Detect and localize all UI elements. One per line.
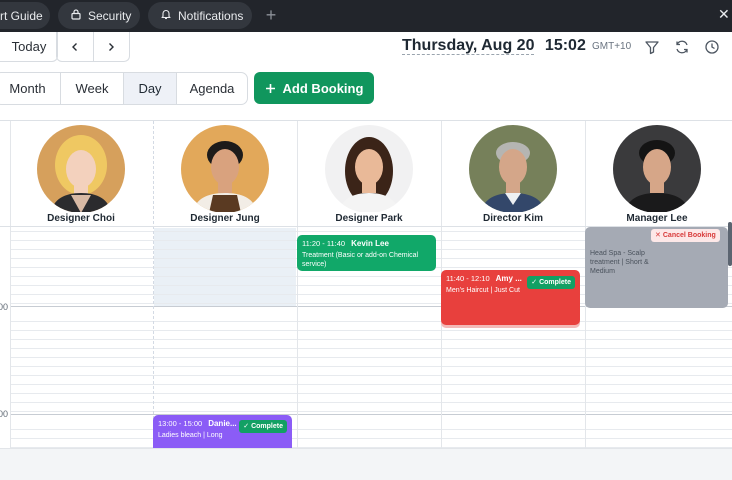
plus-icon: + [265, 5, 277, 25]
app-root: rt Guide Security Notifications + ✕ Toda… [0, 0, 732, 480]
check-icon: ✓ [243, 423, 250, 430]
tab-security-label: Security [88, 8, 132, 23]
prev-day-button[interactable] [57, 32, 93, 61]
current-datetime[interactable]: Thursday, Aug 20 15:02 [402, 37, 586, 55]
staff-column-header[interactable]: Designer Park [297, 125, 441, 225]
slot-line [10, 375, 732, 376]
view-week-button[interactable]: Week [60, 73, 123, 104]
slot-line [10, 411, 732, 412]
status-badge: ✓ Complete [239, 420, 287, 433]
slot-line [10, 429, 732, 430]
slot-line [10, 366, 732, 367]
next-day-button[interactable] [92, 32, 130, 61]
refresh-icon[interactable] [674, 39, 690, 55]
status-badge: ✓ Complete [527, 276, 575, 289]
tab-guide[interactable]: rt Guide [0, 2, 50, 29]
avatar [325, 125, 413, 213]
scrollbar[interactable] [728, 222, 732, 266]
staff-name: Director Kim [475, 212, 550, 225]
view-agenda-button[interactable]: Agenda [176, 73, 247, 104]
staff-column-header[interactable]: Designer Choi [9, 125, 153, 225]
avatar [181, 125, 269, 213]
chevron-left-icon [71, 42, 77, 51]
tab-notifications-label: Notifications [178, 8, 244, 23]
tab-guide-label: rt Guide [0, 8, 43, 23]
staff-name: Manager Lee [619, 212, 695, 225]
event-customer: Amy ... [495, 274, 522, 283]
current-date: Thursday, Aug 20 [402, 37, 535, 55]
hour-line [10, 414, 732, 415]
bottom-bar [0, 448, 732, 480]
slot-line [10, 321, 732, 322]
add-booking-label: Add Booking [282, 80, 364, 96]
staff-name: Designer Choi [40, 212, 122, 225]
booking-event[interactable]: 13:00 - 15:00 Danie... Ladies bleach | Lo… [153, 415, 292, 448]
timezone-label: GMT+10 [592, 41, 632, 52]
view-switcher: Month Week Day Agenda [0, 72, 248, 105]
slot-line [10, 438, 732, 439]
view-day-button[interactable]: Day [123, 73, 176, 104]
add-booking-button[interactable]: Add Booking [254, 72, 374, 104]
new-tab-button[interactable]: + [261, 5, 281, 25]
booking-event[interactable]: 11:40 - 12:10 Amy ... Men's Haircut | Jus… [441, 270, 580, 325]
tab-security[interactable]: Security [58, 2, 140, 29]
slot-line [10, 393, 732, 394]
status-label: Complete [251, 423, 283, 430]
status-label: Complete [539, 279, 571, 286]
staff-column-header[interactable]: Director Kim [441, 125, 585, 225]
event-service: Treatment (Basic or add-on Chemical serv… [302, 252, 419, 268]
avatar [469, 125, 557, 213]
slot-line [10, 339, 732, 340]
time-label: 00 [0, 409, 9, 419]
current-time: 15:02 [544, 37, 586, 54]
staff-name: Designer Jung [183, 212, 267, 225]
event-customer: Danie... [208, 419, 237, 428]
cancel-booking-label: Cancel Booking [662, 232, 716, 239]
slot-line [10, 402, 732, 403]
slot-line [10, 384, 732, 385]
slot-line [10, 357, 732, 358]
event-time: 11:20 - 11:40 [302, 239, 346, 248]
staff-name: Designer Park [328, 212, 410, 225]
check-icon: ✓ [531, 279, 538, 286]
today-button[interactable]: Today [0, 32, 58, 62]
cancel-booking-button[interactable]: ✕ Cancel Booking [651, 229, 720, 242]
event-service: Head Spa - Scalp treatment | Short & Med… [590, 250, 649, 275]
avatar [37, 125, 125, 213]
booking-event[interactable]: 11:20 - 11:40 Kevin Lee Treatment (Basic … [297, 235, 436, 271]
close-icon[interactable]: ✕ [718, 4, 732, 24]
tab-notifications[interactable]: Notifications [148, 2, 252, 29]
calendar-toolbar: Today Thursday, Aug 20 15:02 GMT+10 [0, 32, 732, 66]
time-label: 00 [0, 302, 9, 312]
avatar [613, 125, 701, 213]
event-customer: Kevin Lee [351, 239, 389, 248]
event-time: 13:00 - 15:00 [158, 419, 203, 428]
lock-icon [70, 8, 82, 23]
slot-line [10, 348, 732, 349]
staff-column-header[interactable]: Designer Jung [153, 125, 297, 225]
tab-bar: rt Guide Security Notifications + ✕ [0, 0, 732, 32]
booking-event[interactable]: Head Spa - Scalp treatment | Short & Med… [585, 227, 728, 308]
close-icon: ✕ [655, 232, 661, 239]
filter-icon[interactable] [644, 39, 660, 55]
staff-column-header[interactable]: Manager Lee [585, 125, 729, 225]
bell-icon [160, 8, 172, 23]
plus-icon [265, 83, 275, 93]
clock-icon[interactable] [704, 39, 720, 55]
event-time: 11:40 - 12:10 [446, 274, 490, 283]
day-calendar: 00 00 Designer Choi Designer Jung Design… [0, 120, 732, 448]
slot-line [10, 330, 732, 331]
date-nav [56, 32, 130, 62]
chevron-right-icon [109, 42, 115, 51]
view-month-button[interactable]: Month [0, 73, 60, 104]
